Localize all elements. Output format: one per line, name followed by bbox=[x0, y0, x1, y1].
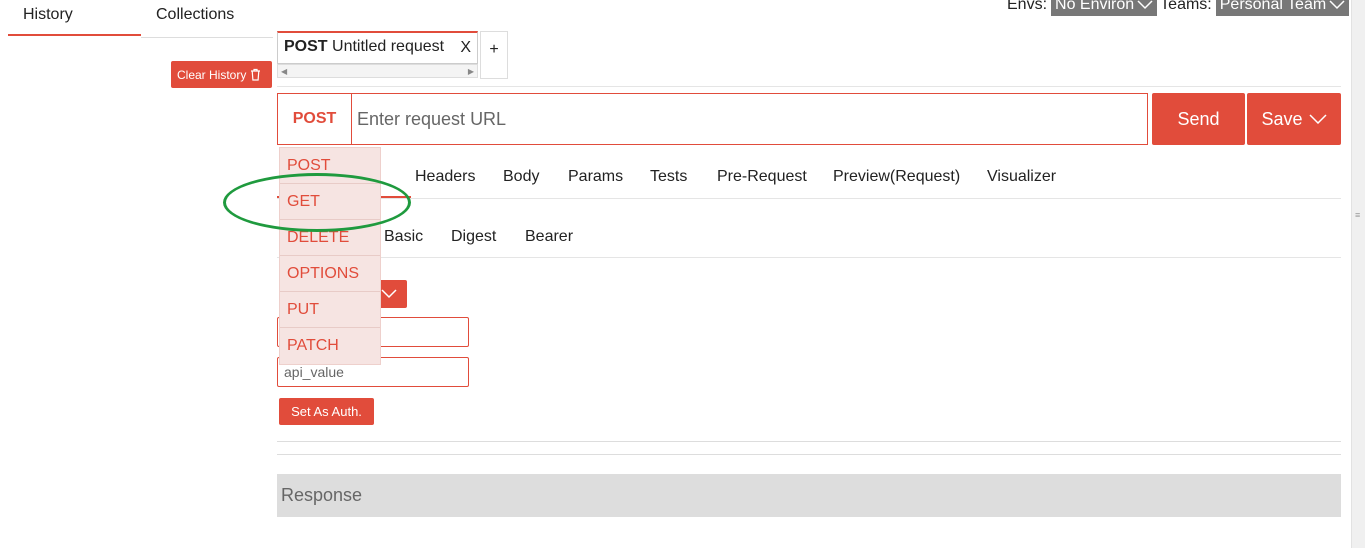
response-header[interactable]: Response bbox=[277, 474, 1341, 517]
tab-preview-request[interactable]: Preview(Request) bbox=[833, 168, 960, 186]
tab-visualizer[interactable]: Visualizer bbox=[987, 168, 1056, 186]
environment-select[interactable]: No Environ bbox=[1051, 0, 1158, 16]
divider bbox=[277, 198, 1341, 199]
divider bbox=[277, 454, 1341, 455]
tab-basic[interactable]: Basic bbox=[384, 228, 423, 246]
send-button[interactable]: Send bbox=[1152, 93, 1245, 145]
trash-icon bbox=[251, 68, 261, 81]
close-tab-button[interactable]: X bbox=[460, 39, 471, 57]
divider bbox=[277, 257, 1341, 258]
clear-history-button[interactable]: Clear History bbox=[171, 61, 272, 88]
sidebar-divider bbox=[141, 37, 273, 38]
envs-label: Envs: bbox=[1007, 0, 1048, 13]
annotation-ellipse bbox=[223, 173, 411, 232]
page-scrollbar[interactable]: ≡ bbox=[1351, 0, 1365, 548]
sidebar-tab-collections[interactable]: Collections bbox=[141, 0, 273, 36]
clear-history-label: Clear History bbox=[177, 67, 247, 82]
set-as-auth-button[interactable]: Set As Auth. bbox=[279, 398, 374, 425]
tab-body[interactable]: Body bbox=[503, 168, 539, 186]
chevron-down-icon bbox=[1137, 0, 1153, 10]
chevron-down-icon bbox=[1329, 0, 1345, 10]
scroll-left-icon[interactable]: ◀ bbox=[281, 67, 287, 76]
request-tab-method: POST bbox=[284, 38, 328, 55]
divider bbox=[277, 441, 1341, 442]
environment-value: No Environ bbox=[1055, 0, 1135, 13]
sidebar-tab-history[interactable]: History bbox=[8, 0, 141, 36]
method-option-options[interactable]: OPTIONS bbox=[280, 256, 380, 292]
url-bar: POST bbox=[277, 93, 1148, 145]
team-select[interactable]: Personal Team bbox=[1215, 0, 1350, 16]
chevron-down-icon bbox=[380, 289, 397, 299]
request-tab[interactable]: POST Untitled request X bbox=[277, 31, 478, 64]
url-input[interactable] bbox=[352, 94, 1147, 144]
method-option-put[interactable]: PUT bbox=[280, 292, 380, 328]
teams-label: Teams: bbox=[1160, 0, 1212, 13]
chevron-down-icon bbox=[1308, 114, 1327, 124]
tab-pre-request[interactable]: Pre-Request bbox=[717, 168, 807, 186]
save-button[interactable]: Save bbox=[1247, 93, 1341, 145]
tab-params[interactable]: Params bbox=[568, 168, 623, 186]
env-team-bar: Envs: No Environ Teams: Personal Team bbox=[1007, 0, 1350, 16]
method-select[interactable]: POST bbox=[278, 94, 352, 144]
tab-digest[interactable]: Digest bbox=[451, 228, 496, 246]
tab-headers[interactable]: Headers bbox=[415, 168, 475, 186]
team-value: Personal Team bbox=[1219, 0, 1327, 13]
method-option-patch[interactable]: PATCH bbox=[280, 328, 380, 364]
tab-bearer[interactable]: Bearer bbox=[525, 228, 573, 246]
divider bbox=[277, 86, 1341, 87]
request-tab-name: Untitled request bbox=[332, 38, 445, 55]
scroll-right-icon[interactable]: ▶ bbox=[468, 67, 474, 76]
add-tab-button[interactable]: + bbox=[480, 31, 508, 79]
tab-tests[interactable]: Tests bbox=[650, 168, 687, 186]
tab-scrollbar[interactable]: ◀ ▶ bbox=[277, 64, 478, 78]
scroll-grip-icon[interactable]: ≡ bbox=[1355, 211, 1363, 220]
save-label: Save bbox=[1261, 108, 1303, 129]
